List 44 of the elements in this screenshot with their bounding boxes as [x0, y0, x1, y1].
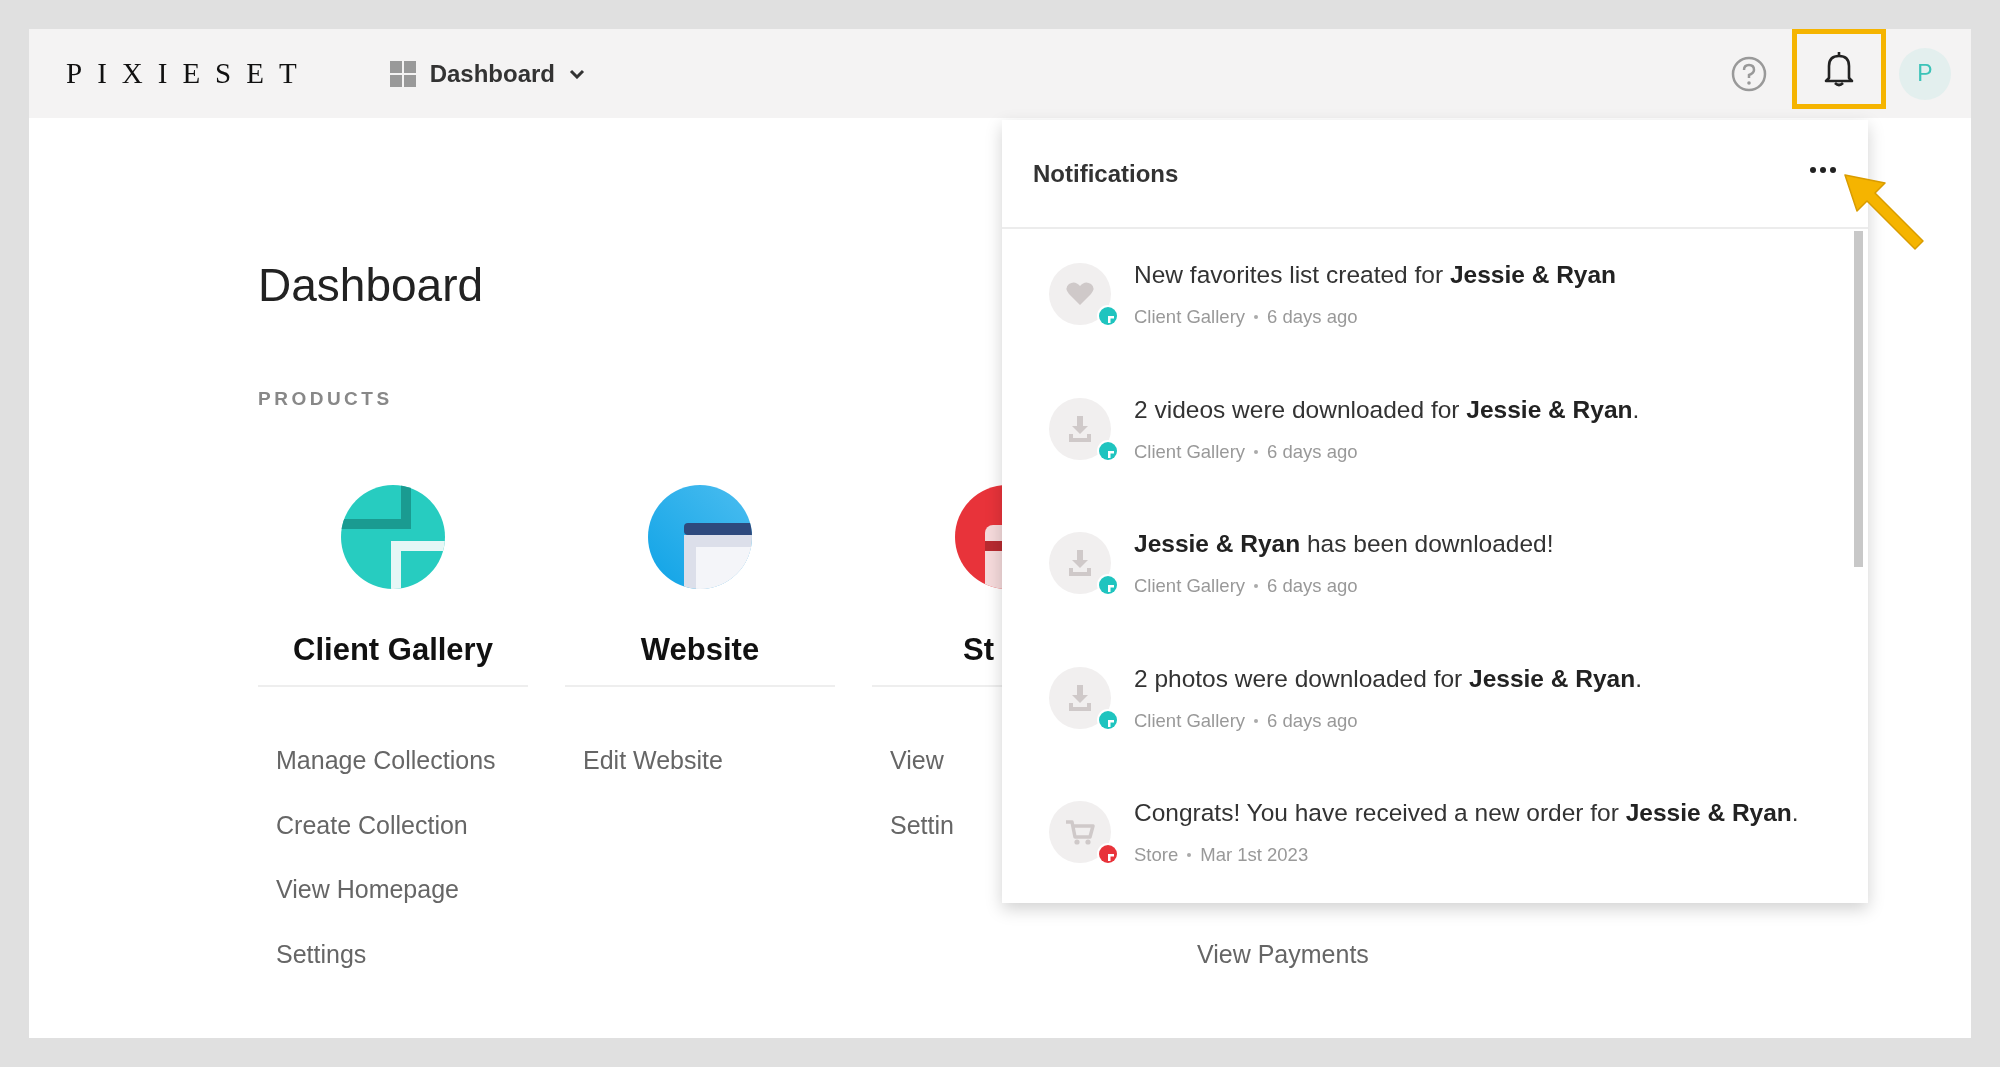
download-icon: [1049, 532, 1111, 594]
product-link[interactable]: Create Collection: [276, 811, 468, 838]
separator-dot: [1187, 853, 1192, 857]
product-link[interactable]: View: [890, 747, 944, 773]
product-link[interactable]: Settings: [276, 940, 367, 967]
product-title[interactable]: Website: [640, 632, 760, 668]
page-title: Dashboard: [258, 262, 484, 308]
separator-dot: [1254, 584, 1259, 588]
notification-time: 6 days ago: [1267, 709, 1358, 732]
separator-dot: [1254, 315, 1259, 319]
notification-source: Client Gallery: [1134, 575, 1246, 597]
product-link[interactable]: Manage Collections: [276, 747, 496, 773]
dashboard-menu-button[interactable]: Dashboard: [389, 55, 586, 92]
product-title[interactable]: Client Gallery: [293, 632, 493, 668]
notification-time: 6 days ago: [1267, 306, 1358, 328]
logo[interactable]: PIXIESET: [66, 57, 312, 90]
product-title[interactable]: St: [963, 632, 994, 668]
scrollbar-thumb[interactable]: [1854, 231, 1863, 567]
notification-time: 6 days ago: [1267, 575, 1358, 597]
section-label: PRODUCTS: [258, 388, 393, 410]
cart-icon: [1049, 801, 1111, 863]
download-icon: [1049, 397, 1111, 460]
notification-time: Mar 1st 2023: [1200, 844, 1309, 866]
notification-message[interactable]: Congrats! You have received a new order for Jessie & Ryan.: [1134, 798, 1799, 828]
notification-message[interactable]: 2 videos were downloaded for Jessie & Ryan.: [1134, 394, 1640, 425]
grid-icon: [389, 60, 416, 87]
notification-message[interactable]: Jessie & Ryan has been downloaded!: [1134, 529, 1554, 559]
notification-time: 6 days ago: [1267, 440, 1358, 463]
caret-icon: [569, 68, 586, 79]
notification-source: Client Gallery: [1134, 440, 1246, 463]
product-link[interactable]: View Payments: [1197, 940, 1369, 967]
separator-dot: [1254, 449, 1259, 454]
separator-dot: [1254, 718, 1259, 723]
panel-title: Notifications: [1033, 159, 1179, 188]
notification-message[interactable]: New favorites list created for Jessie & Ryan: [1134, 260, 1617, 290]
notification-source: Client Gallery: [1134, 306, 1246, 328]
notification-source: Client Gallery: [1134, 709, 1246, 732]
product-link[interactable]: Settin: [890, 811, 954, 838]
notification-source: Store: [1134, 844, 1179, 866]
download-icon: [1049, 666, 1111, 729]
product-link[interactable]: View Homepage: [276, 876, 459, 902]
notification-message[interactable]: 2 photos were downloaded for Jessie & Ryan.: [1134, 663, 1643, 694]
product-link[interactable]: Edit Website: [583, 747, 723, 773]
help-icon[interactable]: [1731, 55, 1767, 92]
